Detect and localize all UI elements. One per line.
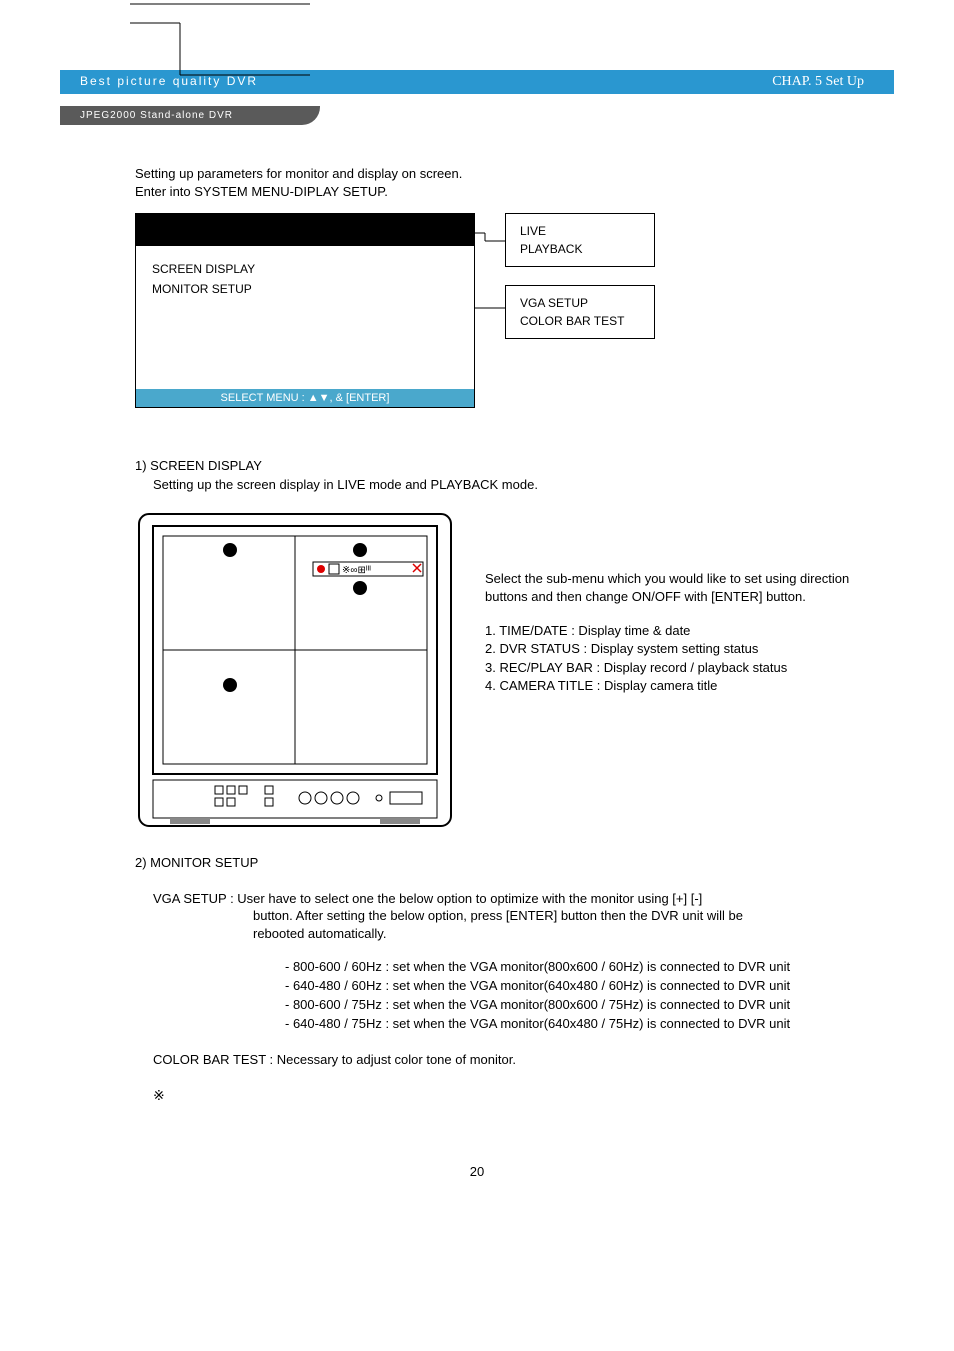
page-number: 20 xyxy=(60,1164,894,1179)
screen-display-text: Select the sub-menu which you would like… xyxy=(485,510,854,695)
vga-line2: button. After setting the below option, … xyxy=(253,907,854,925)
intro-line1: Setting up parameters for monitor and di… xyxy=(135,165,854,183)
display-options-list: 1. TIME/DATE : Display time & date 2. DV… xyxy=(485,622,854,695)
side-boxes: LIVE PLAYBACK VGA SETUP COLOR BAR TEST xyxy=(505,213,655,357)
list-item-dvr-status: 2. DVR STATUS : Display system setting s… xyxy=(485,640,854,658)
header-right-chapter: CHAP. 5 Set Up xyxy=(320,70,894,94)
color-bar-text: COLOR BAR TEST : Necessary to adjust col… xyxy=(153,1052,854,1067)
list-item-time-date: 1. TIME/DATE : Display time & date xyxy=(485,622,854,640)
page-content: Setting up parameters for monitor and di… xyxy=(60,125,894,1104)
vga-opt-800-75: - 800-600 / 75Hz : set when the VGA moni… xyxy=(285,996,854,1015)
vga-opt-640-60: - 640-480 / 60Hz : set when the VGA moni… xyxy=(285,977,854,996)
menu-diagram: SCREEN DISPLAY MONITOR SETUP SELECT MENU… xyxy=(135,213,854,407)
list-item-camera-title: 4. CAMERA TITLE : Display camera title xyxy=(485,677,854,695)
note-symbol: ※ xyxy=(153,1087,854,1104)
section1-desc: Setting up the screen display in LIVE mo… xyxy=(153,477,854,492)
status-bar-glyphs: ※∞⊞ᴵᴵᴵ xyxy=(342,565,371,576)
select-submenu-text: Select the sub-menu which you would like… xyxy=(485,570,854,606)
connector-svg-right xyxy=(475,213,555,343)
section1-heading: 1) SCREEN DISPLAY xyxy=(135,458,854,473)
intro-line2: Enter into SYSTEM MENU-DIPLAY SETUP. xyxy=(135,183,854,201)
menu-item-screen-display: SCREEN DISPLAY xyxy=(152,260,458,279)
vga-intro: VGA SETUP : User have to select one the … xyxy=(153,890,854,908)
vga-line3: rebooted automatically. xyxy=(253,925,854,943)
monitor-setup-section: 2) MONITOR SETUP VGA SETUP : User have t… xyxy=(135,855,854,1104)
vga-opt-800-60: - 800-600 / 60Hz : set when the VGA moni… xyxy=(285,958,854,977)
intro-text: Setting up parameters for monitor and di… xyxy=(135,165,854,201)
menu-box-footer: SELECT MENU : ▲▼, & [ENTER] xyxy=(136,389,474,407)
menu-box-titlebar xyxy=(136,214,474,246)
dvr-illustration: ※∞⊞ᴵᴵᴵ xyxy=(135,510,455,830)
menu-box-body: SCREEN DISPLAY MONITOR SETUP xyxy=(136,246,474,388)
vga-opt-640-75: - 640-480 / 75Hz : set when the VGA moni… xyxy=(285,1015,854,1034)
menu-item-monitor-setup: MONITOR SETUP xyxy=(152,280,458,299)
connector-svg-left xyxy=(130,0,310,80)
section2-heading: 2) MONITOR SETUP xyxy=(135,855,854,870)
screen-display-row: ※∞⊞ᴵᴵᴵ xyxy=(135,510,854,830)
vga-setup-text: VGA SETUP : User have to select one the … xyxy=(153,890,854,943)
sub-header-tab: JPEG2000 Stand-alone DVR xyxy=(60,106,320,125)
vga-options: - 800-600 / 60Hz : set when the VGA moni… xyxy=(285,958,854,1033)
sub-header: JPEG2000 Stand-alone DVR xyxy=(60,106,894,125)
list-item-rec-play-bar: 3. REC/PLAY BAR : Display record / playb… xyxy=(485,659,854,677)
menu-box: SCREEN DISPLAY MONITOR SETUP SELECT MENU… xyxy=(135,213,475,407)
